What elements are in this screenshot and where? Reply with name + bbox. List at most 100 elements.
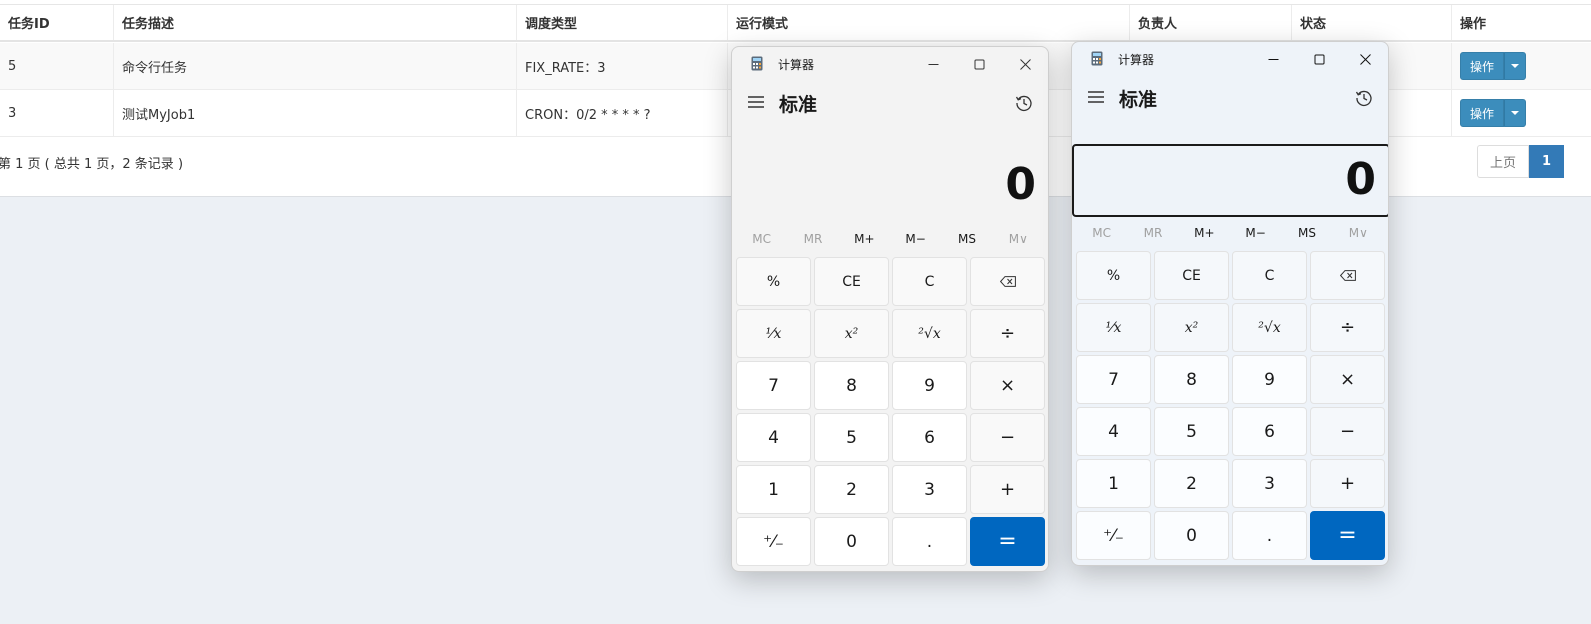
clear-key[interactable]: C (892, 257, 967, 306)
cell-schedule-type: CRON：0/2 * * * * ? (516, 90, 727, 136)
digit-5-key[interactable]: 5 (814, 413, 889, 462)
window-title: 计算器 (778, 58, 815, 72)
add-key[interactable]: + (1310, 459, 1385, 508)
subtract-key[interactable]: − (1310, 407, 1385, 456)
negate-key[interactable]: ⁺⁄₋ (736, 517, 811, 566)
memory-subtract-button[interactable]: M− (1232, 226, 1280, 240)
clear-key[interactable]: C (1232, 251, 1307, 300)
close-button[interactable] (1342, 42, 1388, 76)
title-bar[interactable]: 计算器 (1072, 42, 1388, 76)
close-button[interactable] (1002, 47, 1048, 81)
header-task-id[interactable]: 任务ID (0, 5, 113, 40)
equals-key[interactable]: = (970, 517, 1045, 566)
header-owner[interactable]: 负责人 (1129, 5, 1291, 40)
calculator-app-icon (751, 56, 763, 71)
square-key[interactable]: x² (814, 309, 889, 358)
negate-key[interactable]: ⁺⁄₋ (1076, 511, 1151, 560)
multiply-key[interactable]: × (1310, 355, 1385, 404)
square-root-key[interactable]: ²√x (892, 309, 967, 358)
percent-key[interactable]: % (736, 257, 811, 306)
digit-3-key[interactable]: 3 (892, 465, 967, 514)
cell-ops: 操作 (1451, 43, 1591, 89)
memory-subtract-button[interactable]: M− (892, 232, 940, 246)
decimal-key[interactable]: . (892, 517, 967, 566)
digit-2-key[interactable]: 2 (1154, 459, 1229, 508)
page-1-button[interactable]: 1 (1529, 145, 1565, 178)
result-display: 0 (1005, 159, 1036, 210)
memory-recall-button[interactable]: MR (789, 232, 837, 246)
op-dropdown-toggle[interactable] (1504, 99, 1527, 127)
decimal-key[interactable]: . (1232, 511, 1307, 560)
multiply-key[interactable]: × (970, 361, 1045, 410)
history-icon[interactable] (1354, 88, 1374, 108)
subtract-key[interactable]: − (970, 413, 1045, 462)
digit-9-key[interactable]: 9 (1232, 355, 1307, 404)
memory-store-button[interactable]: MS (943, 232, 991, 246)
op-button[interactable]: 操作 (1460, 99, 1505, 127)
cell-task-id: 5 (8, 58, 17, 74)
clear-entry-key[interactable]: CE (814, 257, 889, 306)
memory-clear-button[interactable]: MC (738, 232, 786, 246)
header-task-desc[interactable]: 任务描述 (113, 5, 516, 40)
memory-row: MC MR M+ M− MS M∨ (732, 225, 1048, 253)
header-run-mode[interactable]: 运行模式 (727, 5, 1129, 40)
add-key[interactable]: + (970, 465, 1045, 514)
square-root-key[interactable]: ²√x (1232, 303, 1307, 352)
digit-7-key[interactable]: 7 (1076, 355, 1151, 404)
digit-6-key[interactable]: 6 (892, 413, 967, 462)
keypad: % CE C ¹⁄x x² ²√x ÷ 7 8 9 × 4 5 6 − 1 2 … (736, 257, 1045, 566)
calculator-app-icon (1091, 51, 1103, 66)
digit-1-key[interactable]: 1 (736, 465, 811, 514)
digit-8-key[interactable]: 8 (1154, 355, 1229, 404)
square-key[interactable]: x² (1154, 303, 1229, 352)
memory-recall-button[interactable]: MR (1129, 226, 1177, 240)
digit-3-key[interactable]: 3 (1232, 459, 1307, 508)
title-bar[interactable]: 计算器 (732, 47, 1048, 81)
percent-key[interactable]: % (1076, 251, 1151, 300)
digit-2-key[interactable]: 2 (814, 465, 889, 514)
backspace-key[interactable] (1310, 251, 1385, 300)
mode-title: 标准 (779, 94, 818, 116)
minimize-button[interactable] (910, 47, 956, 81)
memory-add-button[interactable]: M+ (840, 232, 888, 246)
digit-4-key[interactable]: 4 (736, 413, 811, 462)
header-schedule-type[interactable]: 调度类型 (516, 5, 727, 40)
digit-8-key[interactable]: 8 (814, 361, 889, 410)
maximize-button[interactable] (1296, 42, 1342, 76)
memory-list-button[interactable]: M∨ (1334, 226, 1382, 240)
minimize-icon (928, 63, 938, 65)
memory-add-button[interactable]: M+ (1180, 226, 1228, 240)
prev-page-button[interactable]: 上页 (1477, 145, 1530, 178)
memory-list-button[interactable]: M∨ (994, 232, 1042, 246)
pagination-info: 第 1 页 ( 总共 1 页，2 条记录 ) (0, 157, 184, 172)
divide-key[interactable]: ÷ (970, 309, 1045, 358)
minimize-button[interactable] (1250, 42, 1296, 76)
digit-9-key[interactable]: 9 (892, 361, 967, 410)
clear-entry-key[interactable]: CE (1154, 251, 1229, 300)
op-button[interactable]: 操作 (1460, 52, 1505, 80)
memory-store-button[interactable]: MS (1283, 226, 1331, 240)
reciprocal-key[interactable]: ¹⁄x (736, 309, 811, 358)
op-dropdown-toggle[interactable] (1504, 52, 1527, 80)
mode-header: 标准 (1072, 80, 1388, 116)
header-status[interactable]: 状态 (1291, 5, 1451, 40)
digit-1-key[interactable]: 1 (1076, 459, 1151, 508)
backspace-icon (999, 276, 1016, 287)
reciprocal-key[interactable]: ¹⁄x (1076, 303, 1151, 352)
history-icon[interactable] (1014, 93, 1034, 113)
digit-0-key[interactable]: 0 (1154, 511, 1229, 560)
digit-6-key[interactable]: 6 (1232, 407, 1307, 456)
divide-key[interactable]: ÷ (1310, 303, 1385, 352)
equals-key[interactable]: = (1310, 511, 1385, 560)
keypad: % CE C ¹⁄x x² ²√x ÷ 7 8 9 × 4 5 6 − 1 2 … (1076, 251, 1385, 560)
digit-7-key[interactable]: 7 (736, 361, 811, 410)
digit-0-key[interactable]: 0 (814, 517, 889, 566)
backspace-key[interactable] (970, 257, 1045, 306)
hamburger-menu-icon[interactable] (746, 91, 766, 113)
digit-5-key[interactable]: 5 (1154, 407, 1229, 456)
hamburger-menu-icon[interactable] (1086, 86, 1106, 108)
digit-4-key[interactable]: 4 (1076, 407, 1151, 456)
close-icon (1019, 58, 1031, 70)
memory-clear-button[interactable]: MC (1078, 226, 1126, 240)
maximize-button[interactable] (956, 47, 1002, 81)
